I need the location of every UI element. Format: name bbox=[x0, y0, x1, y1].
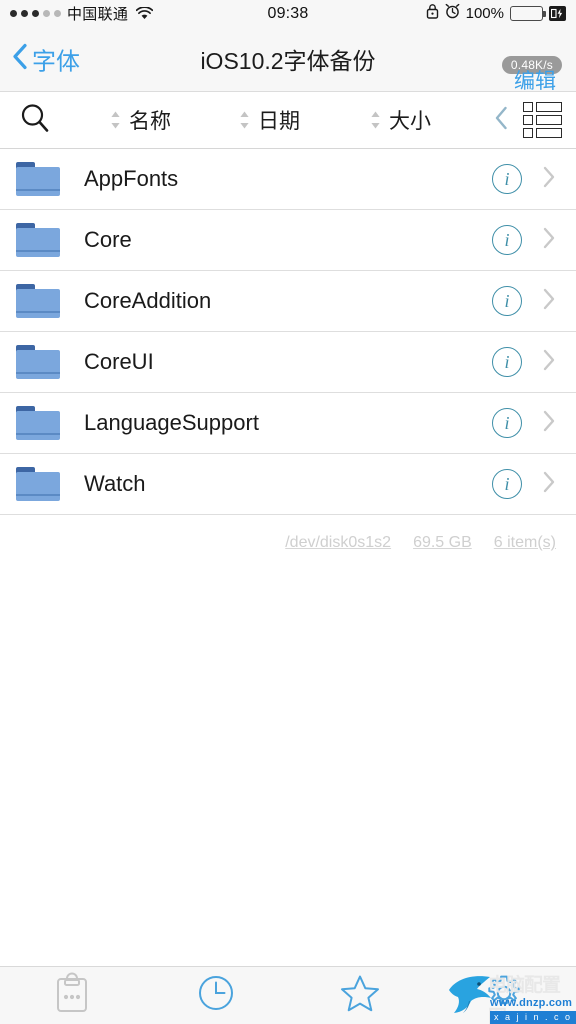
navigation-bar: 字体 iOS10.2字体备份 0.48K/s 编辑 bbox=[0, 27, 576, 95]
table-row[interactable]: AppFonts i bbox=[0, 149, 576, 210]
file-name: Core bbox=[84, 227, 132, 252]
bottom-tab-bar bbox=[0, 966, 576, 1024]
chevron-right-icon[interactable] bbox=[542, 165, 556, 194]
info-circle-icon[interactable]: i bbox=[492, 408, 522, 438]
file-name: AppFonts bbox=[84, 166, 179, 191]
chevron-right-icon[interactable] bbox=[542, 226, 556, 255]
file-name: CoreAddition bbox=[84, 288, 212, 313]
search-button[interactable] bbox=[0, 102, 70, 139]
sort-updown-icon bbox=[110, 110, 121, 130]
folder-icon bbox=[16, 467, 60, 501]
table-row[interactable]: CoreAddition i bbox=[0, 271, 576, 332]
sort-updown-icon bbox=[370, 110, 381, 130]
sort-by-size-button[interactable]: 大小 bbox=[370, 105, 431, 135]
file-name: CoreUI bbox=[84, 349, 154, 374]
charging-bolt-icon bbox=[549, 6, 566, 21]
collapse-chevron-left-icon[interactable] bbox=[493, 104, 509, 137]
info-circle-icon[interactable]: i bbox=[492, 347, 522, 377]
folder-icon bbox=[16, 406, 60, 440]
sort-updown-icon bbox=[239, 110, 250, 130]
gear-icon bbox=[484, 973, 524, 1018]
volume-info-footer: /dev/disk0s1s2 69.5 GB 6 item(s) bbox=[285, 534, 556, 552]
info-circle-icon[interactable]: i bbox=[492, 469, 522, 499]
alarm-clock-icon bbox=[445, 3, 460, 24]
status-bar-right: 100% bbox=[426, 3, 566, 24]
sort-by-size-label: 大小 bbox=[389, 110, 431, 133]
folder-icon bbox=[16, 223, 60, 257]
chevron-right-icon[interactable] bbox=[542, 470, 556, 499]
battery-percent-label: 100% bbox=[465, 5, 504, 22]
file-name: LanguageSupport bbox=[84, 410, 259, 435]
chevron-right-icon[interactable] bbox=[542, 409, 556, 438]
sort-by-date-button[interactable]: 日期 bbox=[239, 105, 300, 135]
device-path-label: /dev/disk0s1s2 bbox=[285, 534, 392, 551]
info-circle-icon[interactable]: i bbox=[492, 286, 522, 316]
file-list: AppFonts i Core i CoreAddition i CoreUI … bbox=[0, 149, 576, 515]
folder-icon bbox=[16, 284, 60, 318]
back-button[interactable]: 字体 bbox=[12, 42, 80, 77]
chevron-right-icon[interactable] bbox=[542, 287, 556, 316]
list-view-icon[interactable] bbox=[523, 102, 562, 138]
table-row[interactable]: Core i bbox=[0, 210, 576, 271]
app-screen: 中国联通 09:38 100% 字体 iOS10.2字体备份 0.48K/s 编… bbox=[0, 0, 576, 1024]
info-circle-icon[interactable]: i bbox=[492, 164, 522, 194]
folder-icon bbox=[16, 345, 60, 379]
search-icon bbox=[19, 102, 51, 139]
status-bar: 中国联通 09:38 100% bbox=[0, 0, 576, 27]
table-row[interactable]: Watch i bbox=[0, 454, 576, 515]
clipboard-icon bbox=[54, 972, 90, 1019]
capacity-label: 69.5 GB bbox=[413, 534, 472, 551]
sort-by-date-label: 日期 bbox=[258, 110, 300, 133]
clock-icon bbox=[196, 973, 236, 1018]
folder-icon bbox=[16, 162, 60, 196]
battery-full-icon bbox=[510, 6, 546, 21]
recents-tab[interactable] bbox=[144, 973, 288, 1018]
sort-toolbar: 名称 日期 大小 bbox=[0, 92, 576, 149]
edit-button[interactable]: 编辑 bbox=[514, 65, 556, 95]
back-button-label: 字体 bbox=[32, 48, 80, 76]
settings-tab[interactable] bbox=[432, 973, 576, 1018]
item-count-label: 6 item(s) bbox=[493, 534, 556, 551]
table-row[interactable]: LanguageSupport i bbox=[0, 393, 576, 454]
lock-icon bbox=[426, 3, 439, 24]
info-circle-icon[interactable]: i bbox=[492, 225, 522, 255]
favorites-tab[interactable] bbox=[288, 973, 432, 1018]
table-row[interactable]: CoreUI i bbox=[0, 332, 576, 393]
clipboard-tab[interactable] bbox=[0, 972, 144, 1019]
file-name: Watch bbox=[84, 471, 146, 496]
sort-by-name-button[interactable]: 名称 bbox=[110, 105, 171, 135]
chevron-left-icon bbox=[12, 43, 28, 76]
toolbar-right-controls bbox=[493, 102, 576, 138]
chevron-right-icon[interactable] bbox=[542, 348, 556, 377]
sort-by-name-label: 名称 bbox=[129, 110, 171, 133]
star-icon bbox=[339, 973, 381, 1018]
page-title: iOS10.2字体备份 bbox=[200, 48, 376, 74]
